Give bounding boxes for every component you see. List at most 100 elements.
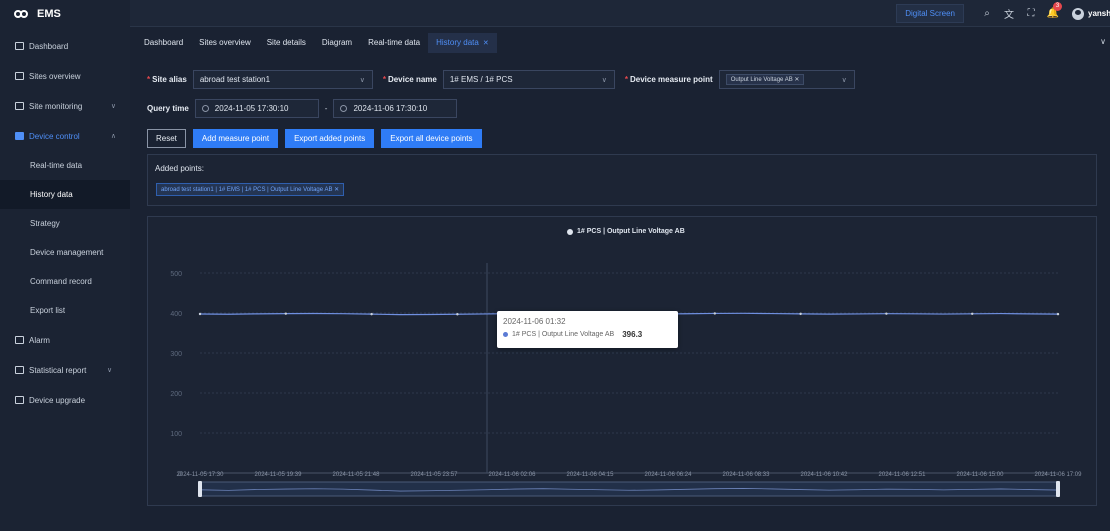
chevron-up-icon: ∧ <box>110 133 116 140</box>
sidebar-subitem-strategy[interactable]: Strategy <box>0 209 130 238</box>
start-time-value: 2024-11-05 17:30:10 <box>214 104 289 113</box>
x-tick-label: 2024-11-06 10:42 <box>801 472 849 478</box>
y-tick-label: 100 <box>170 431 182 438</box>
translate-icon[interactable]: 文 <box>998 6 1020 21</box>
x-tick-label: 2024-11-06 04:15 <box>567 472 615 478</box>
action-buttons: Reset Add measure point Export added poi… <box>147 129 489 148</box>
app-logo[interactable]: EMS <box>0 0 130 27</box>
data-point <box>971 312 974 315</box>
tab-history-data[interactable]: History data ✕ <box>428 33 497 53</box>
sidebar-item-label: Sites overview <box>29 71 81 81</box>
grid-icon <box>15 72 24 80</box>
notification-badge: 3 <box>1053 2 1062 11</box>
device-name-value: 1# EMS / 1# PCS <box>449 75 513 84</box>
sidebar-item-site-monitoring[interactable]: Site monitoring ∨ <box>0 91 130 121</box>
sidebar-subitem-command-record[interactable]: Command record <box>0 267 130 296</box>
tooltip-marker <box>503 332 508 337</box>
measure-point-label: * Device measure point <box>624 75 713 84</box>
sidebar-subitem-device-management[interactable]: Device management <box>0 238 130 267</box>
end-time-picker[interactable]: 2024-11-06 17:30:10 <box>333 99 458 118</box>
end-time-value: 2024-11-06 17:30:10 <box>353 104 428 113</box>
digital-screen-button[interactable]: Digital Screen <box>896 4 964 23</box>
query-time-label: Query time <box>147 104 189 113</box>
monitor-icon <box>15 102 24 110</box>
export-all-device-points-button[interactable]: Export all device points <box>381 129 482 148</box>
tab-real-time-data[interactable]: Real-time data <box>360 33 428 53</box>
sidebar-item-label: Device control <box>29 131 80 141</box>
chevron-down-icon[interactable]: ∨ <box>1100 37 1106 46</box>
x-tick-label: 2024-11-06 17:09 <box>1035 472 1083 478</box>
range-separator: - <box>324 104 328 113</box>
clock-icon <box>340 105 348 112</box>
chevron-down-icon: ∨ <box>601 76 607 84</box>
app-name: EMS <box>37 7 61 20</box>
sidebar-item-dashboard[interactable]: Dashboard <box>0 31 130 61</box>
search-icon[interactable]: ⌕ <box>976 8 998 19</box>
filter-row-time: Query time 2024-11-05 17:30:10 - 2024-11… <box>147 99 458 118</box>
added-point-tag[interactable]: abroad test station1 | 1# EMS | 1# PCS |… <box>156 183 345 196</box>
close-icon[interactable]: ✕ <box>483 40 489 47</box>
sidebar-subitem-export-list[interactable]: Export list <box>0 296 130 325</box>
clock-icon <box>201 105 209 112</box>
export-added-points-button[interactable]: Export added points <box>285 129 375 148</box>
data-point <box>1056 312 1060 316</box>
site-alias-select[interactable]: abroad test station1 ∨ <box>192 70 373 89</box>
reset-button[interactable]: Reset <box>147 129 186 148</box>
alarm-icon <box>15 336 24 344</box>
data-point <box>284 312 287 315</box>
sidebar-subitem-history-data[interactable]: History data <box>0 180 130 209</box>
sidebar-item-alarm[interactable]: Alarm <box>0 325 130 355</box>
sidebar-item-sites-overview[interactable]: Sites overview <box>0 61 130 91</box>
history-chart: 0 100 200 300 400 500 2024-11-05 17:30 2024-11-… <box>147 216 1097 506</box>
data-point <box>885 312 888 315</box>
fullscreen-icon[interactable]: ⛶ <box>1020 8 1042 19</box>
page-tabs: Dashboard Sites overview Site details Di… <box>130 33 1110 53</box>
measure-point-tag[interactable]: Output Line Voltage AB ✕ <box>725 74 805 85</box>
x-tick-label: 2024-11-06 06:24 <box>645 472 693 478</box>
ems-logo-icon <box>14 9 30 19</box>
tooltip-series: 1# PCS | Output Line Voltage AB <box>512 331 615 338</box>
tab-dashboard[interactable]: Dashboard <box>136 33 191 53</box>
site-alias-label: * Site alias <box>147 75 187 84</box>
chevron-down-icon: ∨ <box>841 76 847 84</box>
tooltip-time: 2024-11-06 01:32 <box>503 317 566 326</box>
top-right-tools: Digital Screen ⌕ 文 ⛶ 🔔3 yanshi <box>896 0 1110 27</box>
sidebar-item-label: Dashboard <box>29 41 69 51</box>
zoom-handle-left <box>198 481 202 497</box>
sidebar-item-label: Alarm <box>29 335 50 345</box>
added-points-title: Added points: <box>155 164 204 173</box>
tab-site-details[interactable]: Site details <box>259 33 314 53</box>
x-tick-label: 2024-11-05 17:30 <box>177 472 225 478</box>
x-tick-label: 2024-11-06 15:00 <box>957 472 1005 478</box>
tab-diagram[interactable]: Diagram <box>314 33 360 53</box>
start-time-picker[interactable]: 2024-11-05 17:30:10 <box>194 99 319 118</box>
measure-point-select[interactable]: Output Line Voltage AB ✕ ∨ <box>718 70 855 89</box>
x-tick-label: 2024-11-05 19:39 <box>255 472 303 478</box>
tab-sites-overview[interactable]: Sites overview <box>191 33 259 53</box>
site-alias-value: abroad test station1 <box>199 75 271 84</box>
chevron-down-icon: ∨ <box>359 76 365 84</box>
chart-tooltip: 2024-11-06 01:32 1# PCS | Output Line Vo… <box>497 311 678 348</box>
device-name-select[interactable]: 1# EMS / 1# PCS ∨ <box>442 70 615 89</box>
sidebar-item-label: Site monitoring <box>29 101 83 111</box>
sidebar-item-device-control[interactable]: Device control ∧ <box>0 121 130 151</box>
avatar[interactable] <box>1072 7 1084 20</box>
device-name-label: * Device name <box>382 75 437 84</box>
sidebar-subitem-real-time-data[interactable]: Real-time data <box>0 151 130 180</box>
add-measure-point-button[interactable]: Add measure point <box>192 129 279 148</box>
notification-bell-icon[interactable]: 🔔 3 <box>1042 2 1064 19</box>
zoom-handle-right <box>1056 481 1060 497</box>
y-tick-label: 200 <box>170 391 182 398</box>
report-icon <box>15 366 24 374</box>
tab-label: History data <box>436 38 479 47</box>
dashboard-icon <box>15 42 24 50</box>
legend-label: 1# PCS | Output Line Voltage AB <box>577 228 685 235</box>
sidebar-item-device-upgrade[interactable]: Device upgrade <box>0 385 130 415</box>
username[interactable]: yanshi <box>1088 9 1110 18</box>
x-tick-label: 2024-11-06 02:06 <box>489 472 537 478</box>
sidebar-item-statistical-report[interactable]: Statistical report ∨ <box>0 355 130 385</box>
x-tick-label: 2024-11-05 21:48 <box>333 472 381 478</box>
chart-legend[interactable]: 1# PCS | Output Line Voltage AB <box>567 228 685 235</box>
history-line-chart[interactable]: 01002003004005002024-11-05 17:30 2024-11-… <box>148 217 1098 507</box>
upgrade-icon <box>15 396 24 404</box>
